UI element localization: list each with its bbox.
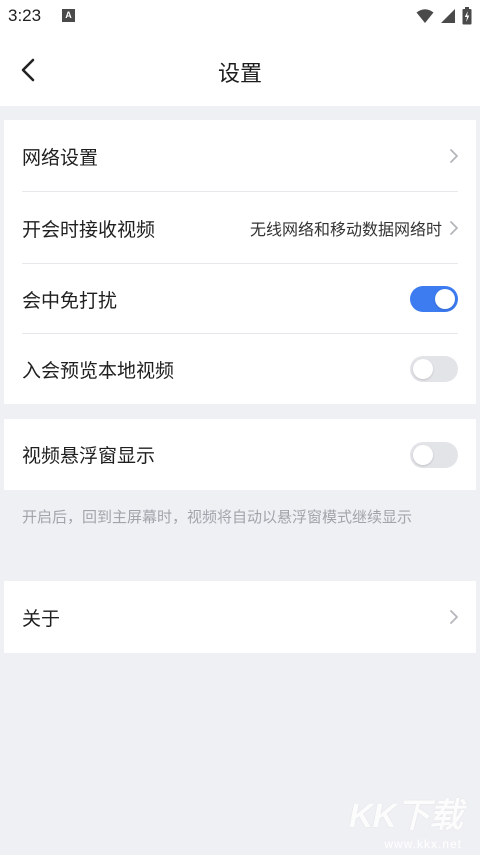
network-settings-label: 网络设置 bbox=[22, 146, 99, 169]
chevron-right-icon bbox=[450, 221, 458, 235]
receive-video-label: 开会时接收视频 bbox=[22, 218, 156, 241]
battery-charging-icon bbox=[462, 7, 472, 25]
watermark-logo: KK下载 bbox=[348, 797, 463, 835]
signal-icon bbox=[441, 9, 455, 23]
about-row[interactable]: 关于 bbox=[4, 581, 476, 653]
do-not-disturb-row: 会中免打扰 bbox=[4, 264, 476, 334]
float-window-hint: 开启后，回到主屏幕时，视频将自动以悬浮窗模式继续显示 bbox=[22, 508, 413, 526]
preview-local-video-toggle[interactable] bbox=[410, 356, 458, 382]
status-icons bbox=[416, 7, 472, 25]
preview-local-video-row: 入会预览本地视频 bbox=[4, 334, 476, 404]
wifi-icon bbox=[416, 9, 434, 23]
preview-local-video-label: 入会预览本地视频 bbox=[22, 359, 175, 382]
network-settings-row[interactable]: 网络设置 bbox=[4, 120, 476, 192]
do-not-disturb-toggle[interactable] bbox=[410, 286, 458, 312]
float-window-row: 视频悬浮窗显示 bbox=[4, 419, 476, 490]
watermark-url: www.kkx.net bbox=[384, 837, 462, 851]
toggle-knob bbox=[435, 289, 455, 309]
settings-group-float-window: 视频悬浮窗显示 bbox=[4, 419, 476, 490]
float-window-toggle[interactable] bbox=[410, 441, 458, 468]
about-label: 关于 bbox=[22, 607, 61, 630]
toggle-knob bbox=[413, 444, 433, 465]
toggle-knob bbox=[413, 359, 433, 379]
settings-group-about: 关于 bbox=[4, 581, 476, 653]
float-window-label: 视频悬浮窗显示 bbox=[22, 445, 156, 467]
settings-group-general: 网络设置 开会时接收视频 无线网络和移动数据网络时 会中免打扰 入会预览本地视频 bbox=[4, 120, 476, 404]
do-not-disturb-label: 会中免打扰 bbox=[22, 289, 118, 312]
receive-video-row[interactable]: 开会时接收视频 无线网络和移动数据网络时 bbox=[4, 192, 476, 264]
status-bar: 3:23 A bbox=[0, 0, 480, 34]
navigation-header: 设置 bbox=[0, 34, 480, 106]
page-title: 设置 bbox=[217, 62, 262, 87]
app-notification-icon: A bbox=[62, 9, 75, 22]
status-time: 3:23 bbox=[8, 6, 42, 25]
chevron-right-icon bbox=[450, 149, 458, 163]
receive-video-value: 无线网络和移动数据网络时 bbox=[249, 220, 442, 239]
watermark: KK下载 www.kkx.net bbox=[348, 788, 463, 851]
chevron-right-icon bbox=[450, 610, 458, 624]
